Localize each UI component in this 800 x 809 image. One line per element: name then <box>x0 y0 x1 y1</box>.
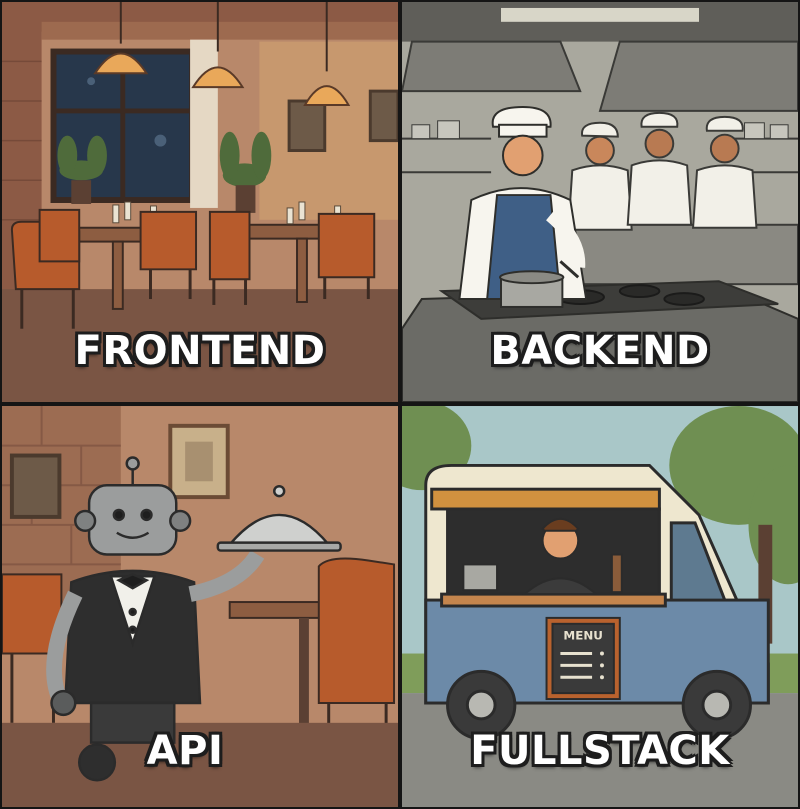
frontend-panel: FRONTEND <box>0 0 400 404</box>
meme-grid: FRONTEND BACKEND API MENU FULLSTACK <box>0 0 800 809</box>
api-panel: API <box>0 404 400 809</box>
fullstack-label: FULLSTACK <box>470 728 730 774</box>
backend-label: BACKEND <box>490 328 710 374</box>
menu-sign-text: MENU <box>563 629 603 643</box>
backend-panel: BACKEND <box>400 0 800 404</box>
api-label: API <box>146 728 224 774</box>
fullstack-panel: MENU FULLSTACK <box>400 404 800 809</box>
frontend-label: FRONTEND <box>74 328 326 374</box>
